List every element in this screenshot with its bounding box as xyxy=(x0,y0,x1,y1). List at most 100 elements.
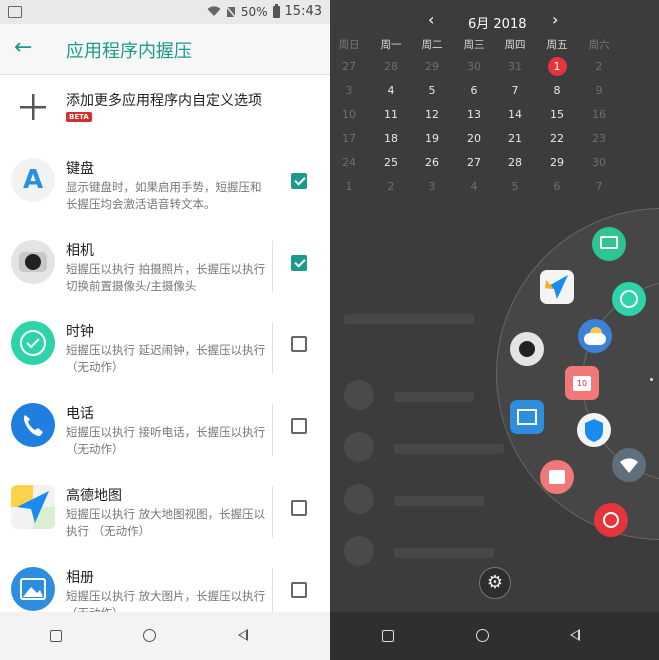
settings-panel: 50% 15:43 ← 应用程序内握压 添加更多应用程序内自定义选项 BETA … xyxy=(0,0,330,660)
calendar-day[interactable]: 19 xyxy=(412,132,452,145)
calendar-day[interactable]: 8 xyxy=(537,84,577,97)
bg-text xyxy=(344,314,474,324)
edge-launcher-panel: ‹ 6月 2018 › 周日 周一 周二 周三 周四 周五 周六 27 28 29 30 31 1 2 3… xyxy=(330,0,659,660)
calendar-day[interactable]: 2 xyxy=(579,60,619,73)
recents-icon[interactable] xyxy=(382,630,394,642)
note-icon[interactable] xyxy=(540,460,574,494)
calendar-day[interactable]: 6 xyxy=(537,180,577,193)
calendar-day[interactable]: 30 xyxy=(579,156,619,169)
calendar-day[interactable]: 26 xyxy=(412,156,452,169)
calendar-day[interactable]: 6 xyxy=(454,84,494,97)
back-arrow-icon[interactable]: ← xyxy=(14,35,32,60)
phone-checkbox[interactable] xyxy=(291,418,307,434)
bg-text xyxy=(394,496,484,506)
calendar-day[interactable]: 12 xyxy=(412,108,452,121)
calendar-day[interactable]: 27 xyxy=(330,60,369,73)
calendar-day[interactable]: 14 xyxy=(495,108,535,121)
weather-icon[interactable] xyxy=(578,319,612,353)
clock-icon[interactable] xyxy=(612,282,646,316)
app-name: 相机 xyxy=(66,243,94,259)
calendar-day[interactable]: 16 xyxy=(579,108,619,121)
netease-music-icon[interactable] xyxy=(594,503,628,537)
calendar-day[interactable]: 17 xyxy=(330,132,369,145)
add-more-options[interactable]: 添加更多应用程序内自定义选项 BETA xyxy=(0,80,330,138)
calendar-day[interactable]: 7 xyxy=(495,84,535,97)
calendar-day-today[interactable]: 1 xyxy=(537,60,577,73)
battery-percent: 50% xyxy=(240,4,268,19)
app-desc: 短握压以执行 接听电话，长握压以执行 （无动作） xyxy=(66,425,266,456)
calendar-day[interactable]: 23 xyxy=(579,132,619,145)
gallery-icon xyxy=(11,567,55,611)
bg-text xyxy=(394,392,474,402)
recents-icon[interactable] xyxy=(50,630,62,642)
clock-checkbox[interactable] xyxy=(291,336,307,352)
calendar-day[interactable]: 28 xyxy=(495,156,535,169)
back-icon[interactable] xyxy=(238,629,248,641)
gear-icon[interactable]: ⚙ xyxy=(479,567,511,599)
messages-icon[interactable] xyxy=(592,227,626,261)
camera-checkbox[interactable] xyxy=(291,255,307,271)
next-month-icon[interactable]: › xyxy=(552,10,558,29)
calendar-day[interactable]: 28 xyxy=(371,60,411,73)
gaode-checkbox[interactable] xyxy=(291,500,307,516)
calendar-day[interactable]: 4 xyxy=(454,180,494,193)
calendar-day[interactable]: 31 xyxy=(495,60,535,73)
gallery-checkbox[interactable] xyxy=(291,582,307,598)
calendar-day[interactable]: 10 xyxy=(330,108,369,121)
app-row-gaode-maps[interactable]: 高德地图 短握压以执行 放大地图视图，长握压以执行 （无动作） xyxy=(0,482,330,542)
back-icon[interactable] xyxy=(570,629,580,641)
calendar-day[interactable]: 5 xyxy=(412,84,452,97)
prev-month-icon[interactable]: ‹ xyxy=(428,10,434,29)
ring-handle[interactable] xyxy=(650,378,653,381)
calendar-day[interactable]: 2 xyxy=(371,180,411,193)
calendar-day[interactable]: 3 xyxy=(412,180,452,193)
app-row-clock[interactable]: 时钟 短握压以执行 延迟闹钟，长握压以执行 （无动作） xyxy=(0,318,330,378)
home-icon[interactable] xyxy=(476,629,489,642)
calendar-day[interactable]: 13 xyxy=(454,108,494,121)
weekday-label: 周一 xyxy=(380,39,402,51)
bg-app-icon xyxy=(344,432,374,462)
month-label[interactable]: 6月 2018 xyxy=(468,13,527,32)
security-shield-icon[interactable] xyxy=(577,413,611,447)
mail-plane-icon[interactable] xyxy=(540,270,574,304)
app-row-keyboard[interactable]: A 键盘 显示键盘时，如果启用手势，短握压和长握压均会激活语音转文本。 xyxy=(0,155,330,215)
calendar-day[interactable]: 9 xyxy=(579,84,619,97)
calendar-day[interactable]: 27 xyxy=(454,156,494,169)
weekday-label: 周三 xyxy=(463,39,485,51)
silent-icon xyxy=(225,5,236,18)
calendar-icon[interactable]: 10 xyxy=(565,366,599,400)
app-name: 高德地图 xyxy=(66,488,122,504)
add-more-label: 添加更多应用程序内自定义选项 xyxy=(66,93,262,109)
calendar-day[interactable]: 24 xyxy=(330,156,369,169)
weekday-label: 周六 xyxy=(588,39,610,51)
calendar-day[interactable]: 4 xyxy=(371,84,411,97)
calendar-day[interactable]: 29 xyxy=(412,60,452,73)
calendar-day[interactable]: 7 xyxy=(579,180,619,193)
calendar-day[interactable]: 25 xyxy=(371,156,411,169)
divider xyxy=(272,486,273,538)
calendar-day[interactable]: 5 xyxy=(495,180,535,193)
calendar-day[interactable]: 11 xyxy=(371,108,411,121)
camera-icon[interactable] xyxy=(510,332,544,366)
calendar-day[interactable]: 15 xyxy=(537,108,577,121)
calendar-day[interactable]: 3 xyxy=(330,84,369,97)
app-row-phone[interactable]: 电话 短握压以执行 接听电话，长握压以执行 （无动作） xyxy=(0,400,330,460)
calendar-day[interactable]: 18 xyxy=(371,132,411,145)
app-row-gallery[interactable]: 相册 短握压以执行 放大图片，长握压以执行 （无动作） xyxy=(0,564,330,620)
clock-icon xyxy=(11,321,55,365)
app-row-camera[interactable]: 相机 短握压以执行 拍摄照片，长握压以执行 切换前置摄像头/主摄像头 xyxy=(0,237,330,297)
calendar-header: ‹ 6月 2018 › xyxy=(330,8,659,32)
app-name: 时钟 xyxy=(66,324,94,340)
wifi-icon[interactable] xyxy=(612,448,646,482)
calendar-day[interactable]: 20 xyxy=(454,132,494,145)
calendar-day[interactable]: 29 xyxy=(537,156,577,169)
calendar-day[interactable]: 1 xyxy=(330,180,369,193)
calendar-day[interactable]: 22 xyxy=(537,132,577,145)
calendar-day[interactable]: 30 xyxy=(454,60,494,73)
gallery-icon[interactable] xyxy=(510,400,544,434)
keyboard-checkbox[interactable] xyxy=(291,173,307,189)
bg-text xyxy=(394,548,494,558)
home-icon[interactable] xyxy=(143,629,156,642)
calendar-day[interactable]: 21 xyxy=(495,132,535,145)
divider xyxy=(272,241,273,293)
